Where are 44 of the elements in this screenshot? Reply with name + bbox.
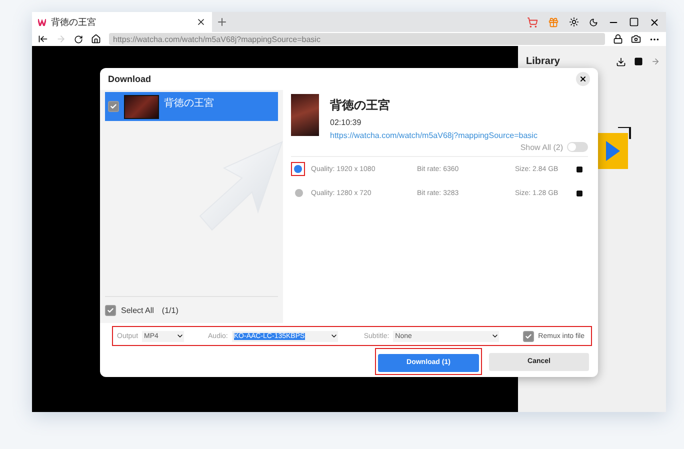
checkbox[interactable]	[108, 101, 119, 112]
video-title: 背徳の王宮	[164, 96, 214, 110]
show-all-label: Show All (2)	[520, 142, 563, 152]
video-link[interactable]: https://watcha.com/watch/m5aV68j?mappingSource=basic	[330, 131, 538, 140]
download-icon[interactable]	[616, 56, 626, 66]
remux-checkbox[interactable]	[523, 330, 534, 342]
select-all-checkbox[interactable]	[105, 304, 116, 316]
video-title: 背徳の王宮	[330, 97, 391, 114]
selection-count: (1/1)	[162, 306, 178, 314]
close-icon	[579, 75, 587, 83]
video-list-item[interactable]: 背徳の王宮	[105, 92, 278, 121]
lock-icon[interactable]	[613, 34, 623, 44]
maximize-icon[interactable]	[629, 17, 639, 27]
dialog-title: Download	[108, 74, 151, 84]
sun-icon[interactable]	[569, 17, 579, 27]
show-all-toggle[interactable]	[567, 142, 588, 152]
camera-icon[interactable]	[631, 34, 641, 44]
tab-title: 背徳の王宮	[51, 16, 97, 28]
poster-placeholder	[291, 94, 319, 136]
close-icon[interactable]	[649, 16, 660, 28]
chevron-down-icon	[491, 332, 500, 340]
close-icon[interactable]	[196, 17, 206, 27]
address-field[interactable]: https://watcha.com/watch/m5aV68j?mappingSource=basic	[109, 33, 605, 45]
radio-button[interactable]	[294, 165, 302, 173]
check-icon	[107, 306, 114, 314]
close-button[interactable]	[576, 72, 590, 86]
video-duration: 02:10:39	[330, 118, 362, 127]
browser-tab[interactable]: 背徳の王宮	[32, 12, 212, 32]
video-thumbnail	[124, 94, 159, 118]
cart-icon[interactable]	[527, 16, 538, 28]
site-logo-icon	[38, 18, 46, 26]
select-all-label: Select All	[121, 306, 154, 314]
new-tab-icon[interactable]	[216, 16, 228, 28]
check-icon	[110, 103, 117, 110]
chevron-down-icon	[330, 332, 338, 340]
chevron-down-icon	[176, 332, 184, 340]
moon-icon[interactable]	[589, 18, 598, 26]
arrow-icon[interactable]	[651, 57, 660, 66]
home-icon[interactable]	[91, 34, 101, 44]
back-icon[interactable]	[38, 34, 48, 44]
check-icon	[525, 332, 532, 340]
radio-button[interactable]	[295, 189, 303, 197]
refresh-icon[interactable]	[74, 34, 83, 44]
library-title: Library	[526, 56, 561, 67]
